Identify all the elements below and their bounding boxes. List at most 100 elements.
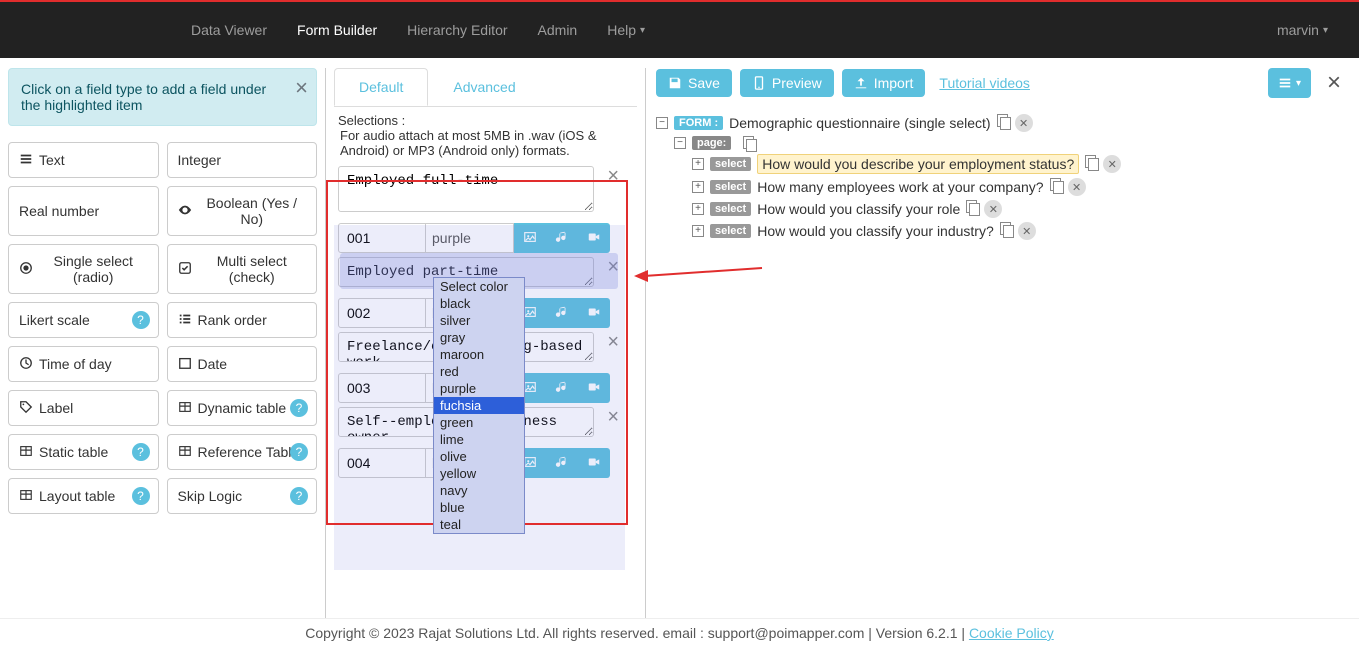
nav-help[interactable]: Help▾ xyxy=(592,12,660,48)
tutorial-link[interactable]: Tutorial videos xyxy=(939,75,1030,91)
tree-toggle[interactable]: + xyxy=(692,158,704,170)
field-type-layout-table[interactable]: Layout table? xyxy=(8,478,159,514)
color-option-yellow[interactable]: yellow xyxy=(434,465,524,482)
nav-form-builder[interactable]: Form Builder xyxy=(282,12,392,48)
nav-user[interactable]: marvin▾ xyxy=(1262,12,1343,48)
copy-icon[interactable] xyxy=(1000,222,1014,236)
selection-code-input[interactable] xyxy=(338,223,426,253)
copy-icon[interactable] xyxy=(1050,178,1064,192)
media-audio-button[interactable] xyxy=(546,448,578,478)
tree-toggle[interactable]: − xyxy=(674,137,686,149)
field-type-time-of-day[interactable]: Time of day xyxy=(8,346,159,382)
color-dropdown-open[interactable]: Select colorblacksilvergraymaroonredpurp… xyxy=(433,277,525,534)
selection-code-input[interactable] xyxy=(338,373,426,403)
delete-icon[interactable]: ✕ xyxy=(984,200,1002,218)
remove-selection[interactable]: × xyxy=(603,166,619,186)
remove-selection[interactable]: × xyxy=(603,332,619,352)
color-option-silver[interactable]: silver xyxy=(434,312,524,329)
field-type-integer[interactable]: Integer xyxy=(167,142,318,178)
tree-toggle[interactable]: + xyxy=(692,203,704,215)
tree-select-item[interactable]: How many employees work at your company? xyxy=(757,179,1043,195)
copy-icon[interactable] xyxy=(966,200,980,214)
nav-admin[interactable]: Admin xyxy=(523,12,593,48)
color-option-blue[interactable]: blue xyxy=(434,499,524,516)
delete-icon[interactable]: ✕ xyxy=(1103,155,1121,173)
selection-code-input[interactable] xyxy=(338,448,426,478)
field-type-date[interactable]: Date xyxy=(167,346,318,382)
field-type-label[interactable]: Label xyxy=(8,390,159,426)
field-type-real-number[interactable]: Real number xyxy=(8,186,159,236)
media-video-button[interactable] xyxy=(578,298,610,328)
field-label: Text xyxy=(39,152,65,168)
form-label[interactable]: Demographic questionnaire (single select… xyxy=(729,115,990,131)
panel-close[interactable]: × xyxy=(1327,69,1341,97)
field-type-reference-table[interactable]: Reference Table? xyxy=(167,434,318,470)
field-palette: Click on a field type to add a field und… xyxy=(8,68,326,618)
color-option-olive[interactable]: olive xyxy=(434,448,524,465)
field-type-boolean-yes-no[interactable]: Boolean (Yes / No) xyxy=(167,186,318,236)
media-audio-button[interactable] xyxy=(546,373,578,403)
media-video-button[interactable] xyxy=(578,373,610,403)
color-option-teal[interactable]: teal xyxy=(434,516,524,533)
field-type-single-select-radio[interactable]: Single select (radio) xyxy=(8,244,159,294)
field-label: Multi select (check) xyxy=(198,253,307,285)
tree-select-item[interactable]: How would you classify your role xyxy=(757,201,960,217)
help-icon[interactable]: ? xyxy=(290,443,308,461)
help-icon[interactable]: ? xyxy=(132,311,150,329)
tab-advanced[interactable]: Advanced xyxy=(428,68,540,106)
remove-selection[interactable]: × xyxy=(603,257,619,277)
alert-close[interactable]: × xyxy=(295,77,308,99)
media-image-button[interactable] xyxy=(514,223,546,253)
field-type-static-table[interactable]: Static table? xyxy=(8,434,159,470)
image-icon xyxy=(523,380,537,397)
media-video-button[interactable] xyxy=(578,448,610,478)
tab-default[interactable]: Default xyxy=(334,68,428,106)
color-option-green[interactable]: green xyxy=(434,414,524,431)
save-button[interactable]: Save xyxy=(656,69,732,97)
media-audio-button[interactable] xyxy=(546,298,578,328)
selection-color-select[interactable] xyxy=(426,223,514,253)
delete-icon[interactable]: ✕ xyxy=(1068,178,1086,196)
media-audio-button[interactable] xyxy=(546,223,578,253)
color-option-purple[interactable]: purple xyxy=(434,380,524,397)
tree-toggle[interactable]: + xyxy=(692,181,704,193)
media-video-button[interactable] xyxy=(578,223,610,253)
copy-icon[interactable] xyxy=(1085,155,1099,169)
color-option-maroon[interactable]: maroon xyxy=(434,346,524,363)
selection-text-input[interactable] xyxy=(338,166,594,212)
remove-selection[interactable]: × xyxy=(603,407,619,427)
tree-select-item[interactable]: How would you classify your industry? xyxy=(757,223,994,239)
help-icon[interactable]: ? xyxy=(290,399,308,417)
field-type-skip-logic[interactable]: Skip Logic? xyxy=(167,478,318,514)
nav-hierarchy-editor[interactable]: Hierarchy Editor xyxy=(392,12,522,48)
panel-menu-button[interactable]: ▾ xyxy=(1268,68,1311,98)
delete-icon[interactable]: ✕ xyxy=(1018,222,1036,240)
copy-icon[interactable] xyxy=(743,136,757,150)
color-option-gray[interactable]: gray xyxy=(434,329,524,346)
color-option-lime[interactable]: lime xyxy=(434,431,524,448)
field-type-multi-select-check[interactable]: Multi select (check) xyxy=(167,244,318,294)
preview-button[interactable]: Preview xyxy=(740,69,834,97)
image-icon xyxy=(523,455,537,472)
color-option-black[interactable]: black xyxy=(434,295,524,312)
field-type-rank-order[interactable]: Rank order xyxy=(167,302,318,338)
selection-code-input[interactable] xyxy=(338,298,426,328)
field-type-text[interactable]: Text xyxy=(8,142,159,178)
field-type-dynamic-table[interactable]: Dynamic table? xyxy=(167,390,318,426)
color-option-red[interactable]: red xyxy=(434,363,524,380)
field-type-likert-scale[interactable]: Likert scale? xyxy=(8,302,159,338)
color-option-navy[interactable]: navy xyxy=(434,482,524,499)
color-option-select-color[interactable]: Select color xyxy=(434,278,524,295)
help-icon[interactable]: ? xyxy=(132,443,150,461)
help-icon[interactable]: ? xyxy=(290,487,308,505)
help-icon[interactable]: ? xyxy=(132,487,150,505)
copy-icon[interactable] xyxy=(997,114,1011,128)
nav-data-viewer[interactable]: Data Viewer xyxy=(176,12,282,48)
tree-select-item[interactable]: How would you describe your employment s… xyxy=(757,154,1079,174)
import-button[interactable]: Import xyxy=(842,69,926,97)
tree-toggle[interactable]: − xyxy=(656,117,668,129)
cookie-policy-link[interactable]: Cookie Policy xyxy=(969,625,1054,641)
color-option-fuchsia[interactable]: fuchsia xyxy=(434,397,524,414)
tree-toggle[interactable]: + xyxy=(692,225,704,237)
delete-icon[interactable]: ✕ xyxy=(1015,114,1033,132)
